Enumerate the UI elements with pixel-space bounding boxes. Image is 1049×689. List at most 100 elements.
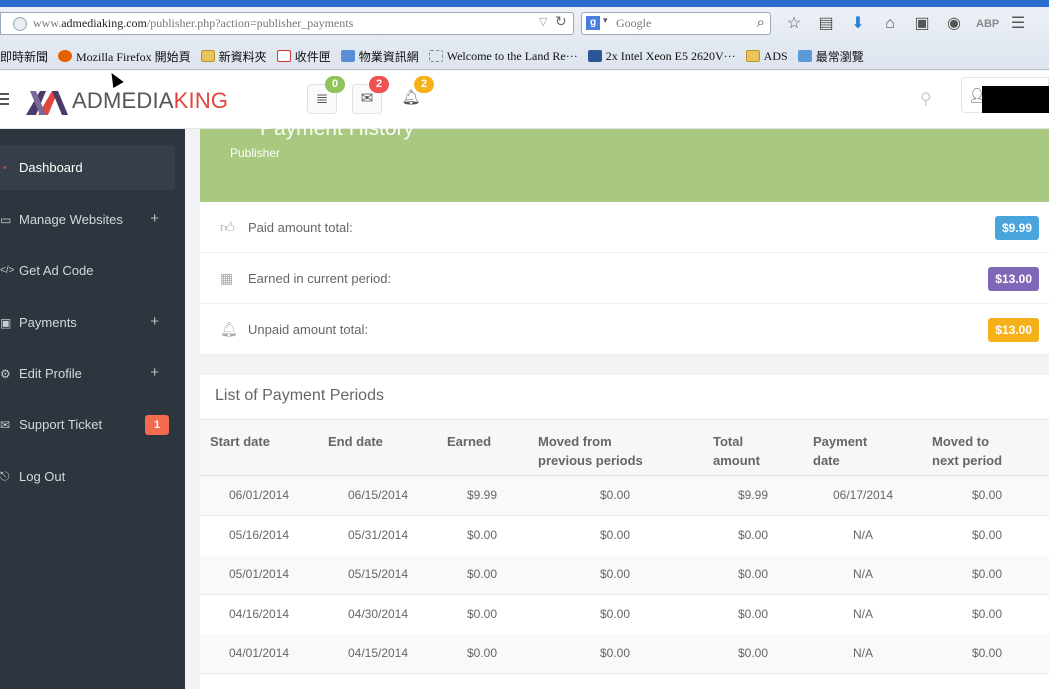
- search-bar[interactable]: g ▾ Google ⌕: [581, 12, 771, 35]
- table-cell: $0.00: [971, 567, 1003, 581]
- sidebar-item-label: Dashboard: [19, 160, 83, 175]
- bookmark-label: 物業資訊網: [358, 49, 419, 64]
- expand-plus-icon[interactable]: +: [150, 364, 159, 381]
- table-row: 05/16/2014 05/31/2014 $0.00 $0.00 $0.00 N/A $0…: [200, 516, 1049, 556]
- table-header: Start date End date Earned Moved from previ…: [200, 419, 1049, 476]
- table-cell: 05/01/2014: [228, 567, 290, 581]
- table-cell: $0.00: [971, 606, 1003, 621]
- bookmark-item[interactable]: 物業資訊網: [340, 48, 419, 65]
- sidebar-item-get-ad-code[interactable]: </> Get Ad Code: [0, 248, 175, 293]
- engine-caret-icon[interactable]: ▾: [603, 15, 608, 26]
- logo-icon: [26, 91, 68, 115]
- bookmarks-bar: 即時新聞 Mozilla Firefox 開始頁 新資料夾 收件匣 物業資訊網 Welco…: [0, 44, 1049, 68]
- adblock-icon[interactable]: ABP: [976, 14, 999, 34]
- alerts-badge: 2: [414, 76, 434, 93]
- logout-icon: ⎋: [0, 469, 10, 483]
- bookmark-item[interactable]: ADS: [745, 49, 788, 64]
- bookmark-star-icon[interactable]: ☆: [784, 14, 804, 34]
- table-cell: $0.00: [466, 606, 498, 621]
- bookmark-label: 收件匣: [294, 49, 331, 64]
- stat-row: 👍︎ Paid amount total: $9.99: [200, 202, 1049, 253]
- sidebar-item-label: Log Out: [19, 469, 66, 484]
- search-icon[interactable]: ⌕: [757, 14, 765, 32]
- table-cell: $0.00: [599, 646, 631, 660]
- word-icon: [587, 50, 602, 62]
- hamburger-menu-icon[interactable]: [0, 93, 9, 108]
- column-header[interactable]: End date: [328, 432, 383, 451]
- bookmarks-list-icon[interactable]: ▤: [816, 14, 836, 34]
- payments-icon: ▣: [0, 315, 12, 330]
- table-cell: $0.00: [599, 606, 631, 621]
- stat-label: Paid amount total:: [248, 220, 353, 235]
- table-row: 04/16/2014 04/30/2014 $0.00 $0.00 $0.00 N/A $0…: [200, 595, 1049, 635]
- table-cell: $0.00: [737, 567, 769, 581]
- stack-icon: ≣: [315, 90, 329, 107]
- bookmark-item[interactable]: 即時新聞: [0, 48, 48, 65]
- screenshot-icon[interactable]: ▣: [912, 14, 932, 34]
- table-cell: $0.00: [737, 527, 769, 542]
- bookmark-label: Mozilla Firefox 開始頁: [76, 49, 191, 64]
- column-header[interactable]: Moved from previous periods: [538, 432, 643, 470]
- sidebar-item-label: Get Ad Code: [19, 263, 94, 278]
- bookmark-label: 最常瀏覽: [815, 49, 864, 64]
- bookmark-label: Welcome to the Land Re···: [446, 48, 578, 63]
- table-cell: $9.99: [466, 488, 498, 502]
- window-titlebar: [0, 0, 1049, 7]
- column-header[interactable]: Moved to next period: [932, 432, 1002, 470]
- globe-icon: [13, 17, 27, 31]
- bookmark-item[interactable]: 收件匣: [276, 48, 331, 65]
- table-cell: 05/16/2014: [228, 527, 290, 542]
- sidebar-item-label: Support Ticket: [19, 417, 103, 432]
- column-header[interactable]: Earned: [447, 432, 491, 451]
- chart-icon: [340, 50, 355, 62]
- table-cell: $0.00: [599, 567, 631, 581]
- bookmark-item[interactable]: Welcome to the Land Re···: [428, 48, 578, 64]
- url-path: /publisher.php?action=publisher_payments: [146, 16, 354, 30]
- bookmark-item[interactable]: 最常瀏覽: [797, 48, 864, 65]
- browser-toolbar: ☆ ▤ ⬇ ⌂ ▣ ◉ ABP ☰: [784, 13, 1028, 35]
- home-icon[interactable]: ⌂: [880, 14, 900, 34]
- table-cell: 06/15/2014: [347, 488, 409, 502]
- table-cell: $0.00: [737, 646, 769, 660]
- table-row: 04/01/2014 04/15/2014 $0.00 $0.00 $0.00 N/A $0…: [200, 634, 1049, 674]
- sidebar-item-support-ticket[interactable]: ✉ Support Ticket 1: [0, 402, 175, 447]
- sidebar-item-edit-profile[interactable]: ⚙ Edit Profile +: [0, 351, 175, 396]
- stat-row: 🔔︎ Unpaid amount total: $13.00: [200, 304, 1049, 355]
- bookmark-label: 新資料夾: [218, 49, 267, 64]
- folder-icon: [200, 50, 215, 62]
- table-cell: $0.00: [599, 488, 631, 502]
- table-row: 05/01/2014 05/15/2014 $0.00 $0.00 $0.00 N/A $0…: [200, 555, 1049, 595]
- expand-plus-icon[interactable]: +: [150, 210, 159, 227]
- dropdown-arrow-icon[interactable]: ▽: [539, 15, 547, 28]
- table-cell: $0.00: [466, 527, 498, 542]
- bookmark-item[interactable]: 新資料夾: [200, 48, 267, 65]
- table-cell: $0.00: [971, 527, 1003, 542]
- sidebar-item-log-out[interactable]: ⎋ Log Out: [0, 454, 175, 499]
- firefox-icon: [58, 50, 73, 62]
- header-search-icon[interactable]: ⚲: [920, 89, 932, 109]
- bookmark-item[interactable]: 2x Intel Xeon E5 2620V···: [587, 49, 736, 64]
- reload-icon[interactable]: ↻: [555, 14, 567, 31]
- payment-stats: 👍︎ Paid amount total: $9.99 ▦ Earned in curr…: [200, 202, 1049, 355]
- menu-icon[interactable]: ☰: [1008, 14, 1028, 34]
- table-cell: 06/01/2014: [228, 488, 290, 502]
- column-header[interactable]: Payment date: [813, 432, 867, 470]
- ticket-count-badge: 1: [145, 415, 169, 435]
- bookmark-item[interactable]: Mozilla Firefox 開始頁: [58, 48, 191, 65]
- sidebar-item-manage-websites[interactable]: ▭ Manage Websites +: [0, 197, 175, 242]
- expand-plus-icon[interactable]: +: [150, 313, 159, 330]
- google-icon[interactable]: g: [586, 16, 600, 30]
- url-bar[interactable]: www.admediaking.com/publisher.php?action…: [0, 12, 574, 35]
- user-menu[interactable]: 👤︎: [961, 77, 1049, 113]
- column-header[interactable]: Start date: [210, 432, 270, 451]
- addon-icon[interactable]: ◉: [944, 14, 964, 34]
- stat-label: Earned in current period:: [248, 271, 392, 286]
- sidebar-item-payments[interactable]: ▣ Payments +: [0, 300, 175, 345]
- column-header[interactable]: Total amount: [713, 432, 760, 470]
- table-cell: N/A: [852, 646, 873, 660]
- table-cell: 04/30/2014: [347, 606, 409, 621]
- sidebar-item-dashboard[interactable]: ◔ Dashboard: [0, 145, 175, 190]
- download-icon[interactable]: ⬇: [848, 14, 868, 34]
- calendar-icon: ▦: [220, 270, 234, 286]
- table-cell: $0.00: [971, 646, 1003, 660]
